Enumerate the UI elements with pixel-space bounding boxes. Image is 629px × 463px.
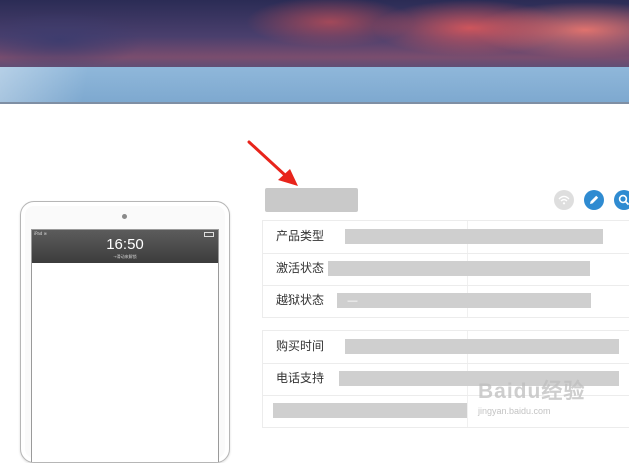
search-icon[interactable] <box>614 190 629 210</box>
purchase-date-value-redacted <box>345 339 619 354</box>
header-banner <box>0 0 629 104</box>
watermark-brand: Baidu经验 <box>478 380 586 403</box>
activation-status-label: 激活状态 <box>276 261 325 275</box>
ipad-device-image: iPad ≋ 16:50 →滑动来解锁 <box>20 201 230 463</box>
device-info-panel: 产品类型 激活状态 越狱状态 — <box>262 220 629 318</box>
wifi-icon[interactable] <box>554 190 574 210</box>
watermark-url: jingyan.baidu.com <box>478 406 551 416</box>
jailbreak-dash: — <box>347 294 358 307</box>
row-purchase-date: 购买时间 <box>263 331 629 364</box>
banner-bottom-line <box>0 102 629 104</box>
banner-band-shade <box>0 67 629 104</box>
repair-coverage-value-redacted <box>273 403 467 418</box>
phone-support-label: 电话支持 <box>276 371 325 385</box>
row-activation-status: 激活状态 <box>263 253 629 286</box>
lockscreen-bar: iPad ≋ 16:50 →滑动来解锁 <box>32 230 218 263</box>
edit-icon[interactable] <box>584 190 604 210</box>
row-product-type: 产品类型 <box>263 221 629 254</box>
product-type-value-redacted <box>345 229 603 244</box>
camera-dot <box>122 214 127 219</box>
jailbreak-status-value-redacted <box>337 293 591 308</box>
red-arrow-annotation <box>247 140 298 186</box>
lockscreen-clock: 16:50 <box>106 236 144 253</box>
device-name-redacted <box>265 188 358 212</box>
device-status-text: iPad ≋ <box>34 231 47 236</box>
activation-status-value-redacted <box>328 261 590 276</box>
purchase-date-label: 购买时间 <box>276 339 325 353</box>
device-screen: iPad ≋ 16:50 →滑动来解锁 <box>31 229 219 462</box>
product-type-label: 产品类型 <box>276 229 325 243</box>
jailbreak-status-label: 越狱状态 <box>276 293 325 307</box>
slide-to-unlock-text: →滑动来解锁 <box>113 254 137 259</box>
row-jailbreak-status: 越狱状态 — <box>263 285 629 317</box>
baidu-watermark: Baidu经验 jingyan.baidu.com <box>478 380 585 417</box>
